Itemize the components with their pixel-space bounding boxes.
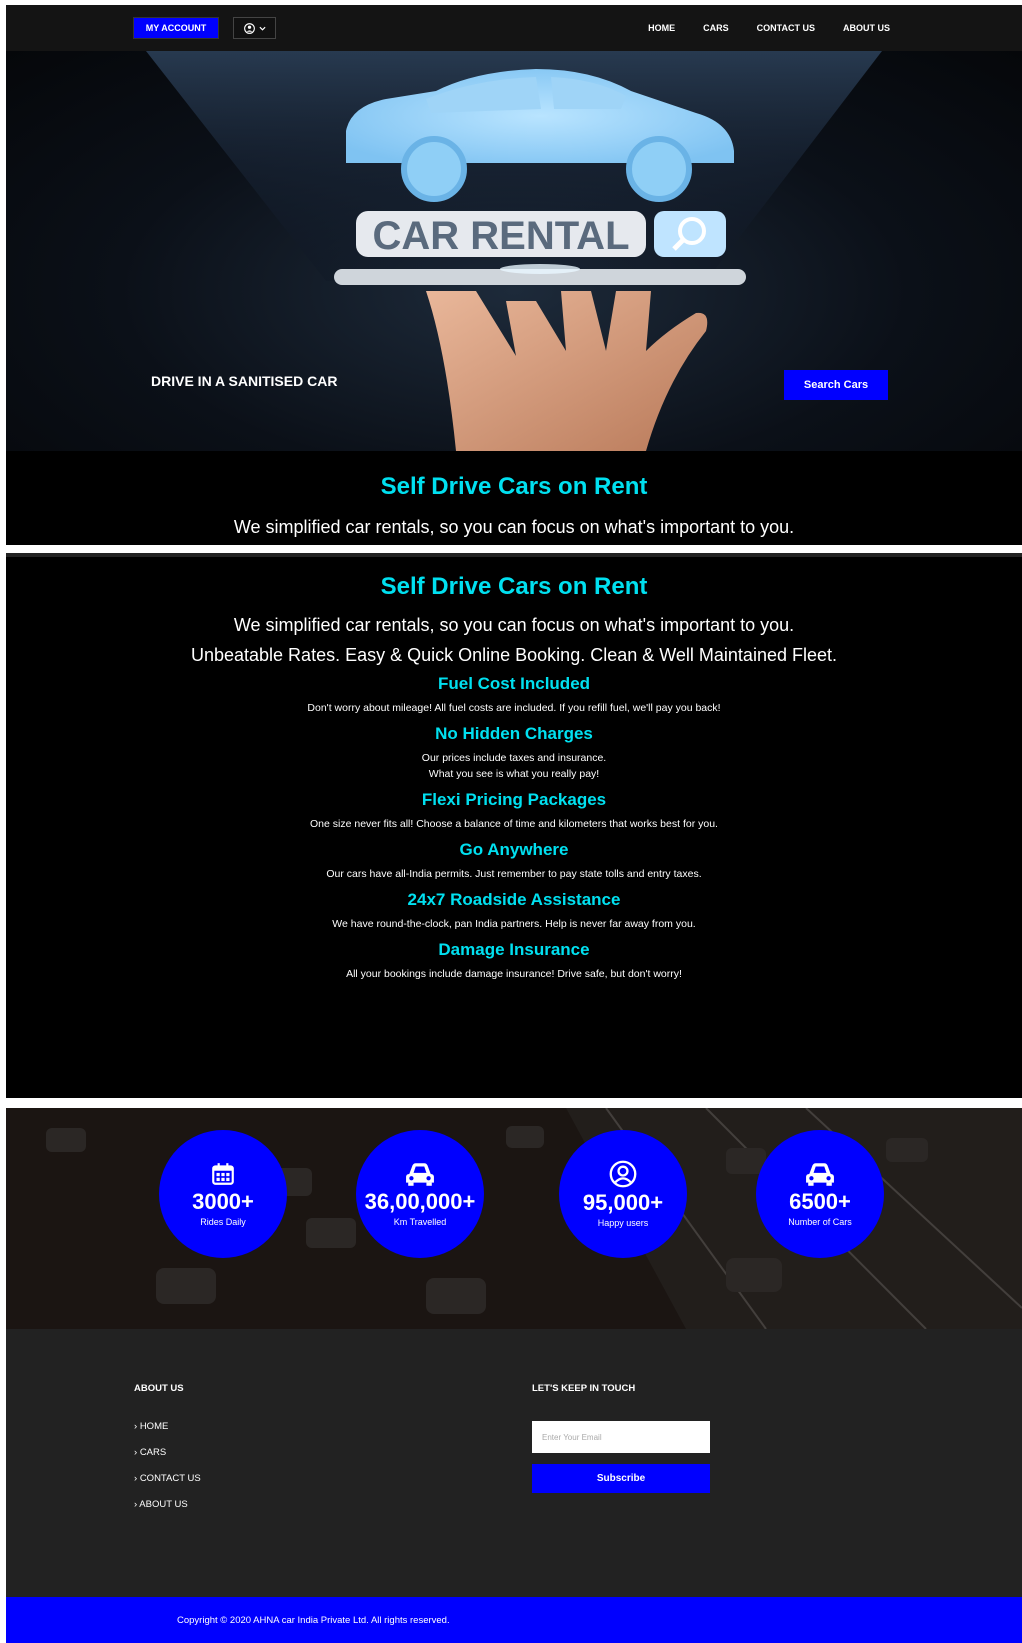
feature-title: Go Anywhere <box>459 840 569 859</box>
copyright-bar: Copyright © 2020 AHNA car India Private … <box>6 1597 1022 1643</box>
features-section: Self Drive Cars on Rent We simplified ca… <box>6 553 1022 1098</box>
feature-title: 24x7 Roadside Assistance <box>407 890 621 909</box>
features-title: Self Drive Cars on Rent <box>380 573 648 600</box>
nav-about-us[interactable]: ABOUT US <box>843 23 890 33</box>
stat-number: 3000+ <box>192 1189 254 1214</box>
footer-link-label: CONTACT US <box>139 1473 201 1484</box>
footer-link-cars[interactable]: › CARS <box>134 1447 201 1473</box>
hero-banner: CAR RENTAL DRIVE IN A SANITISED CAR Sear… <box>6 51 1022 451</box>
subscribe-button[interactable]: Subscribe <box>532 1464 710 1493</box>
footer-link-about-us[interactable]: › ABOUT US <box>134 1499 201 1525</box>
top-navbar: MY ACCOUNT HOME CARS CONTACT US ABOUT US <box>6 5 1022 51</box>
footer-about-heading: ABOUT US <box>134 1383 184 1394</box>
intro-subtitle: We simplified car rentals, so you can fo… <box>233 517 795 537</box>
footer-link-label: CARS <box>139 1447 167 1458</box>
stat-rides-daily: 3000+ Rides Daily <box>159 1130 287 1258</box>
footer-link-home[interactable]: › HOME <box>134 1421 201 1447</box>
chevron-down-icon <box>258 26 266 31</box>
stats-section: 3000+ Rides Daily 36,00,000+ Km Travelle… <box>6 1108 1022 1329</box>
footer-links: › HOME › CARS › CONTACT US › ABOUT US <box>134 1421 201 1525</box>
nav-cars[interactable]: CARS <box>703 23 729 33</box>
user-circle-icon <box>243 22 255 34</box>
email-field[interactable] <box>532 1421 710 1453</box>
main-nav: HOME CARS CONTACT US ABOUT US <box>648 5 890 51</box>
user-icon <box>609 1160 637 1188</box>
car-icon <box>806 1163 834 1186</box>
stat-number: 36,00,000+ <box>364 1189 476 1214</box>
feature-text: Our prices include taxes and insurance. … <box>6 750 1022 782</box>
stat-label: Happy users <box>597 1218 649 1228</box>
site-footer: ABOUT US › HOME › CARS › CONTACT US › AB… <box>6 1329 1022 1597</box>
feature-text: Our cars have all-India permits. Just re… <box>326 868 702 880</box>
stat-number: 95,000+ <box>582 1190 664 1215</box>
car-rental-sign: CAR RENTAL <box>372 214 629 258</box>
stat-happy-users: 95,000+ Happy users <box>559 1130 687 1258</box>
feature-title: Fuel Cost Included <box>437 674 591 693</box>
intro-block: Self Drive Cars on Rent We simplified ca… <box>6 451 1022 545</box>
nav-home[interactable]: HOME <box>648 23 675 33</box>
calendar-icon <box>212 1163 234 1185</box>
stat-km-travelled: 36,00,000+ Km Travelled <box>356 1130 484 1258</box>
feature-text: Don't worry about mileage! All fuel cost… <box>307 702 721 714</box>
stat-label: Km Travelled <box>393 1217 447 1227</box>
stat-number-of-cars: 6500+ Number of Cars <box>756 1130 884 1258</box>
feature-text-line: What you see is what you really pay! <box>428 768 600 780</box>
intro-title: Self Drive Cars on Rent <box>380 473 648 500</box>
nav-contact-us[interactable]: CONTACT US <box>757 23 815 33</box>
search-cars-button[interactable]: Search Cars <box>784 370 888 400</box>
car-icon <box>406 1163 434 1186</box>
feature-text: All your bookings include damage insuran… <box>346 968 682 980</box>
feature-text-line: Our prices include taxes and insurance. <box>421 752 607 764</box>
hero-section: MY ACCOUNT HOME CARS CONTACT US ABOUT US <box>6 5 1022 545</box>
feature-title: Flexi Pricing Packages <box>421 790 607 809</box>
feature-text: One size never fits all! Choose a balanc… <box>310 818 718 830</box>
footer-link-contact-us[interactable]: › CONTACT US <box>134 1473 201 1499</box>
features-tagline: Unbeatable Rates. Easy & Quick Online Bo… <box>190 645 837 665</box>
feature-title: No Hidden Charges <box>435 724 593 743</box>
user-dropdown[interactable] <box>233 17 276 39</box>
footer-link-label: HOME <box>139 1421 169 1432</box>
copyright-text: Copyright © 2020 AHNA car India Private … <box>177 1615 450 1626</box>
stat-label: Rides Daily <box>200 1217 246 1227</box>
stat-label: Number of Cars <box>788 1217 852 1227</box>
footer-link-label: ABOUT US <box>139 1499 188 1510</box>
stat-number: 6500+ <box>789 1189 851 1214</box>
feature-title: Damage Insurance <box>438 940 590 959</box>
feature-text: We have round-the-clock, pan India partn… <box>332 918 696 930</box>
footer-touch-heading: LET'S KEEP IN TOUCH <box>532 1383 636 1394</box>
hero-tagline: DRIVE IN A SANITISED CAR <box>151 373 338 389</box>
my-account-button[interactable]: MY ACCOUNT <box>133 17 219 39</box>
features-subtitle: We simplified car rentals, so you can fo… <box>233 615 795 635</box>
